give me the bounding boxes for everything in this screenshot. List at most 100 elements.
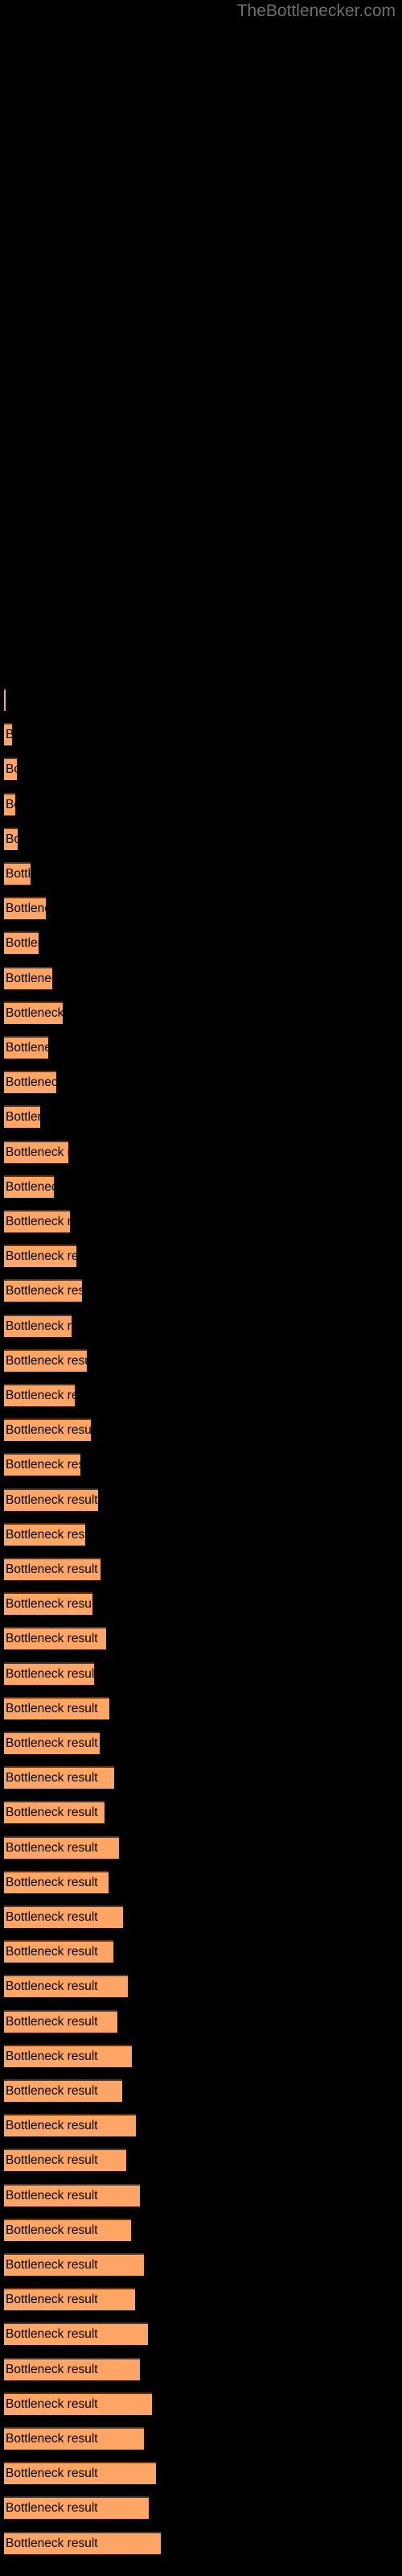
bar-row[interactable]: Bottleneck result bbox=[4, 1105, 40, 1129]
bar-row[interactable]: Bottleneck result bbox=[4, 1418, 91, 1442]
bar[interactable]: Bottleneck result bbox=[4, 1174, 54, 1198]
bar-row[interactable]: Bottleneck result bbox=[4, 2392, 152, 2415]
bar[interactable]: Bottleneck result bbox=[4, 931, 39, 955]
bar-row[interactable]: Bottleneck result bbox=[4, 1835, 119, 1859]
bar-row[interactable]: Bottleneck result bbox=[4, 1905, 123, 1928]
bar-row[interactable]: Bottleneck result bbox=[4, 1558, 100, 1580]
bar-row[interactable]: Bottleneck result bbox=[4, 1314, 72, 1337]
bar[interactable]: Bottleneck result bbox=[4, 1210, 70, 1232]
bar[interactable]: Bottleneck result bbox=[4, 2288, 135, 2311]
bar-row[interactable]: Bottleneck result bbox=[4, 1384, 75, 1406]
bar-row[interactable]: Bottleneck result bbox=[4, 2427, 144, 2450]
bar[interactable]: Bottleneck result bbox=[4, 897, 46, 920]
bar[interactable]: Bottleneck result bbox=[4, 1036, 48, 1059]
bar[interactable]: Bottleneck result bbox=[4, 1905, 123, 1928]
bar[interactable]: Bottleneck result bbox=[4, 723, 12, 746]
bar-row[interactable]: Bottleneck result bbox=[4, 1592, 92, 1616]
bar-row[interactable]: Bottleneck result bbox=[4, 2322, 148, 2346]
bar[interactable]: Bottleneck result bbox=[4, 688, 6, 711]
bar-row[interactable]: Bottleneck result bbox=[4, 2288, 135, 2311]
bar[interactable]: Bottleneck result bbox=[4, 1140, 68, 1163]
bar-row[interactable]: Bottleneck result bbox=[4, 1522, 85, 1546]
bar[interactable]: Bottleneck result bbox=[4, 1105, 40, 1129]
bar[interactable]: Bottleneck result bbox=[4, 1662, 94, 1685]
bar[interactable]: Bottleneck result bbox=[4, 1732, 100, 1754]
bar-row[interactable]: Bottleneck result bbox=[4, 1210, 70, 1232]
bar-row[interactable]: Bottleneck result bbox=[4, 862, 31, 885]
bar-row[interactable]: Bottleneck result bbox=[4, 1348, 87, 1372]
bar-row[interactable]: Bottleneck result bbox=[4, 2044, 132, 2067]
bar-row[interactable]: Bottleneck result bbox=[4, 1975, 128, 1998]
bar-row[interactable]: Bottleneck result bbox=[4, 827, 18, 850]
bar-row[interactable]: Bottleneck result bbox=[4, 1870, 109, 1893]
bar[interactable]: Bottleneck result bbox=[4, 1975, 128, 1998]
bar[interactable]: Bottleneck result bbox=[4, 1384, 75, 1406]
bar[interactable]: Bottleneck result bbox=[4, 2322, 148, 2346]
bar[interactable]: Bottleneck result bbox=[4, 2427, 144, 2450]
bar[interactable]: Bottleneck result bbox=[4, 1522, 85, 1546]
bar[interactable]: Bottleneck result bbox=[4, 2149, 126, 2172]
bar-row[interactable]: Bottleneck result bbox=[4, 792, 15, 815]
bar-row[interactable]: Bottleneck result bbox=[4, 1662, 94, 1685]
bar[interactable]: Bottleneck result bbox=[4, 1279, 82, 1302]
bar-row[interactable]: Bottleneck result bbox=[4, 1696, 109, 1719]
bar-row[interactable]: Bottleneck result bbox=[4, 1036, 48, 1059]
bar-row[interactable]: Bottleneck result bbox=[4, 2531, 161, 2554]
bar-row[interactable]: Bottleneck result bbox=[4, 897, 46, 920]
bar[interactable]: Bottleneck result bbox=[4, 1001, 63, 1024]
bar-row[interactable]: Bottleneck result bbox=[4, 1174, 54, 1198]
bar[interactable]: Bottleneck result bbox=[4, 2044, 132, 2067]
bar-row[interactable]: Bottleneck result bbox=[4, 1766, 114, 1790]
bar[interactable]: Bottleneck result bbox=[4, 2079, 122, 2102]
bar-row[interactable]: Bottleneck result bbox=[4, 1001, 63, 1024]
bar-row[interactable]: Bottleneck result bbox=[4, 931, 39, 955]
bar-row[interactable]: Bottleneck result bbox=[4, 2114, 136, 2137]
bar[interactable]: Bottleneck result bbox=[4, 862, 31, 885]
bar-row[interactable]: Bottleneck result bbox=[4, 2253, 144, 2276]
bar[interactable]: Bottleneck result bbox=[4, 2183, 140, 2207]
bar[interactable]: Bottleneck result bbox=[4, 1245, 76, 1268]
bar[interactable]: Bottleneck result bbox=[4, 2531, 161, 2554]
bar-row[interactable]: Bottleneck result bbox=[4, 1627, 106, 1650]
bar[interactable]: Bottleneck result bbox=[4, 1835, 119, 1859]
bar[interactable]: Bottleneck result bbox=[4, 1418, 91, 1442]
bar[interactable]: Bottleneck result bbox=[4, 1558, 100, 1580]
bar[interactable]: Bottleneck result bbox=[4, 1940, 113, 1963]
bar-row[interactable]: Bottleneck result bbox=[4, 723, 12, 746]
bar[interactable]: Bottleneck result bbox=[4, 966, 52, 989]
bar[interactable]: Bottleneck result bbox=[4, 2253, 144, 2276]
bar-row[interactable]: Bottleneck result bbox=[4, 1279, 82, 1302]
bar-row[interactable]: Bottleneck result bbox=[4, 2183, 140, 2207]
bar-row[interactable]: Bottleneck result bbox=[4, 1940, 113, 1963]
bar-row[interactable]: Bottleneck result bbox=[4, 2149, 126, 2172]
bar[interactable]: Bottleneck result bbox=[4, 1453, 80, 1476]
bar-row[interactable]: Bottleneck result bbox=[4, 1732, 100, 1754]
bar-row[interactable]: Bottleneck result bbox=[4, 1801, 105, 1824]
bar[interactable]: Bottleneck result bbox=[4, 1766, 114, 1790]
bar[interactable]: Bottleneck result bbox=[4, 2009, 117, 2033]
bar[interactable]: Bottleneck result bbox=[4, 1071, 56, 1094]
bar[interactable]: Bottleneck result bbox=[4, 2114, 136, 2137]
bar[interactable]: Bottleneck result bbox=[4, 1488, 98, 1511]
bar[interactable]: Bottleneck result bbox=[4, 1314, 72, 1337]
bar[interactable]: Bottleneck result bbox=[4, 1592, 92, 1616]
bar[interactable]: Bottleneck result bbox=[4, 1696, 109, 1719]
bar[interactable]: Bottleneck result bbox=[4, 1870, 109, 1893]
bar[interactable]: Bottleneck result bbox=[4, 2357, 140, 2380]
bar[interactable]: Bottleneck result bbox=[4, 2218, 131, 2241]
bar-row[interactable]: Bottleneck result bbox=[4, 758, 17, 781]
bar-row[interactable]: Bottleneck result bbox=[4, 1453, 80, 1476]
bar-row[interactable]: Bottleneck result bbox=[4, 2079, 122, 2102]
bar[interactable]: Bottleneck result bbox=[4, 1348, 87, 1372]
bar-row[interactable]: Bottleneck result bbox=[4, 2462, 156, 2485]
bar-row[interactable]: Bottleneck result bbox=[4, 2009, 117, 2033]
bar-row[interactable]: Bottleneck result bbox=[4, 688, 6, 711]
bar-row[interactable]: Bottleneck result bbox=[4, 2218, 131, 2241]
bar-row[interactable]: Bottleneck result bbox=[4, 1071, 56, 1094]
bar[interactable]: Bottleneck result bbox=[4, 2392, 152, 2415]
bar-row[interactable]: Bottleneck result bbox=[4, 1488, 98, 1511]
bar-row[interactable]: Bottleneck result bbox=[4, 2357, 140, 2380]
bar-row[interactable]: Bottleneck result bbox=[4, 966, 52, 989]
bar[interactable]: Bottleneck result bbox=[4, 1627, 106, 1650]
bar[interactable]: Bottleneck result bbox=[4, 827, 18, 850]
